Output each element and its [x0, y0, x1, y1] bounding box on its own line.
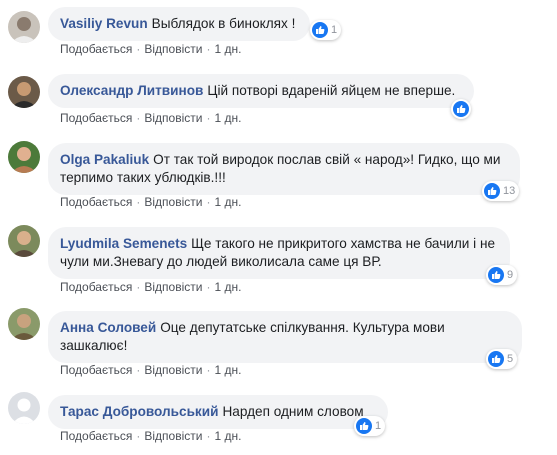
like-thumb-icon [312, 22, 328, 38]
separator: · [206, 429, 211, 443]
reaction-count[interactable]: 9 [486, 265, 518, 285]
reaction-number: 1 [375, 420, 382, 432]
like-link[interactable]: Подобається [60, 195, 132, 209]
reply-link[interactable]: Відповісти [144, 363, 202, 377]
comment-actions: Подобається · Відповісти · 1 дн. [60, 195, 241, 209]
comment-author[interactable]: Vasiliy Revun [60, 16, 148, 31]
reaction-count[interactable]: 5 [486, 349, 518, 369]
separator: · [136, 363, 141, 377]
comment-text: Цій потворі вдареній яйцем не вперше. [207, 83, 456, 98]
comment-text: Нардеп одним словом [222, 404, 364, 419]
avatar[interactable] [8, 11, 40, 43]
timestamp[interactable]: 1 дн. [214, 111, 241, 125]
reaction-number: 1 [331, 24, 338, 36]
reply-link[interactable]: Відповісти [144, 280, 202, 294]
separator: · [136, 195, 141, 209]
reaction-number: 5 [507, 353, 514, 365]
reply-link[interactable]: Відповісти [144, 195, 202, 209]
comment-bubble: Olga Pakaliuk От так той виродок послав с… [48, 143, 520, 195]
like-link[interactable]: Подобається [60, 363, 132, 377]
separator: · [136, 111, 141, 125]
like-link[interactable]: Подобається [60, 429, 132, 443]
like-thumb-icon [488, 267, 504, 283]
separator: · [206, 195, 211, 209]
reaction-count[interactable]: 13 [482, 181, 520, 201]
comment-text: Выблядок в биноклях ! [151, 16, 296, 31]
reply-link[interactable]: Відповісти [144, 429, 202, 443]
reaction-count[interactable]: 1 [310, 20, 342, 40]
timestamp[interactable]: 1 дн. [214, 429, 241, 443]
like-thumb-icon [484, 183, 500, 199]
separator: · [206, 363, 211, 377]
comment-author[interactable]: Lyudmila Semenets [60, 236, 187, 251]
separator: · [136, 42, 141, 56]
avatar[interactable] [8, 141, 40, 173]
reply-link[interactable]: Відповісти [144, 42, 202, 56]
comment-actions: Подобається · Відповісти · 1 дн. [60, 111, 241, 125]
comment-bubble: Олександр Литвинов Цій потворі вдареній я… [48, 74, 474, 108]
comment-bubble: Lyudmila Semenets Ще такого не прикритого… [48, 227, 510, 279]
comment-author[interactable]: Тарас Добровольський [60, 404, 218, 419]
comment-author[interactable]: Анна Соловей [60, 320, 156, 335]
comment-author[interactable]: Олександр Литвинов [60, 83, 203, 98]
separator: · [206, 42, 211, 56]
timestamp[interactable]: 1 дн. [214, 280, 241, 294]
like-thumb-icon [453, 101, 469, 117]
timestamp[interactable]: 1 дн. [214, 42, 241, 56]
timestamp[interactable]: 1 дн. [214, 195, 241, 209]
separator: · [206, 280, 211, 294]
reply-link[interactable]: Відповісти [144, 111, 202, 125]
separator: · [136, 429, 141, 443]
comment-bubble: Тарас Добровольський Нардеп одним словом [48, 395, 388, 429]
comment-actions: Подобається · Відповісти · 1 дн. [60, 280, 241, 294]
like-thumb-icon [488, 351, 504, 367]
reaction-number: 13 [503, 185, 516, 197]
avatar[interactable] [8, 225, 40, 257]
comment-bubble: Vasiliy Revun Выблядок в биноклях ! [48, 7, 310, 41]
avatar[interactable] [8, 76, 40, 108]
separator: · [206, 111, 211, 125]
separator: · [136, 280, 141, 294]
comment-actions: Подобається · Відповісти · 1 дн. [60, 363, 241, 377]
reaction-count[interactable] [451, 99, 471, 119]
like-link[interactable]: Подобається [60, 280, 132, 294]
like-link[interactable]: Подобається [60, 42, 132, 56]
comment-actions: Подобається · Відповісти · 1 дн. [60, 42, 241, 56]
comment-author[interactable]: Olga Pakaliuk [60, 152, 149, 167]
like-thumb-icon [356, 418, 372, 434]
avatar[interactable] [8, 392, 40, 424]
reaction-count[interactable]: 1 [354, 416, 386, 436]
reaction-number: 9 [507, 269, 514, 281]
like-link[interactable]: Подобається [60, 111, 132, 125]
comment-actions: Подобається · Відповісти · 1 дн. [60, 429, 241, 443]
comment-bubble: Анна Соловей Оце депутатське спілкування.… [48, 311, 522, 363]
avatar[interactable] [8, 308, 40, 340]
timestamp[interactable]: 1 дн. [214, 363, 241, 377]
